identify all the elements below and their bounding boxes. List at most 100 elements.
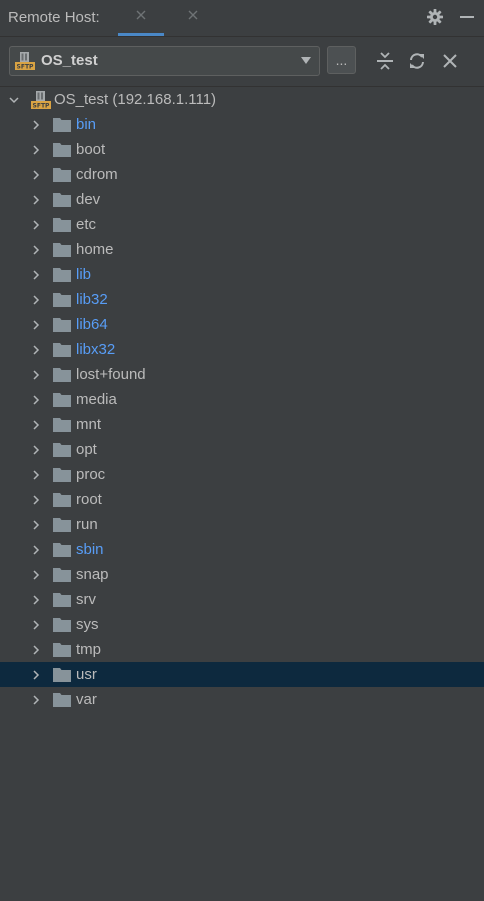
chevron-down-icon[interactable] (9, 95, 19, 105)
chevron-right-icon[interactable] (31, 295, 41, 305)
folder-icon (53, 193, 71, 207)
folder-icon (53, 468, 71, 482)
tree-folder-item[interactable]: home (0, 237, 484, 262)
chevron-right-icon[interactable] (31, 270, 41, 280)
connection-toolbar: SFTP OS_test ... (0, 37, 484, 87)
browse-button[interactable]: ... (327, 46, 356, 74)
tree-folder-label: dev (76, 191, 101, 208)
tree-folder-label: proc (76, 466, 106, 483)
chevron-right-icon[interactable] (31, 120, 41, 130)
chevron-right-icon[interactable] (31, 670, 41, 680)
tree-folder-item[interactable]: var (0, 687, 484, 712)
folder-icon (53, 518, 71, 532)
chevron-right-icon[interactable] (31, 370, 41, 380)
folder-icon (53, 393, 71, 407)
tree-root-label: OS_test (192.168.1.111) (54, 91, 217, 108)
tree-folder-item[interactable]: etc (0, 212, 484, 237)
chevron-right-icon[interactable] (31, 645, 41, 655)
gear-icon[interactable] (426, 8, 444, 26)
folder-icon (53, 293, 71, 307)
tree-folder-item[interactable]: lib32 (0, 287, 484, 312)
tab-1[interactable] (118, 0, 164, 36)
svg-text:SFTP: SFTP (33, 103, 51, 110)
tree-folder-label: boot (76, 141, 106, 158)
close-tab-icon[interactable] (187, 9, 199, 21)
tree-folder-label: libx32 (76, 341, 116, 358)
tree-folder-item[interactable]: media (0, 387, 484, 412)
folder-icon (53, 318, 71, 332)
tree-folder-label: root (76, 491, 102, 508)
chevron-right-icon[interactable] (31, 620, 41, 630)
chevron-right-icon[interactable] (31, 170, 41, 180)
tree-folder-item[interactable]: run (0, 512, 484, 537)
tree-folder-label: run (76, 516, 98, 533)
refresh-icon[interactable] (408, 52, 426, 70)
chevron-right-icon[interactable] (31, 220, 41, 230)
tree-folder-item[interactable]: mnt (0, 412, 484, 437)
tree-folder-item[interactable]: proc (0, 462, 484, 487)
tree-folder-item[interactable]: root (0, 487, 484, 512)
close-icon[interactable] (441, 52, 459, 70)
tree-folder-label: tmp (76, 641, 102, 658)
tree-folder-label: lost+found (76, 366, 146, 383)
minimize-icon[interactable] (458, 8, 476, 26)
tree-folder-item[interactable]: usr (0, 662, 484, 687)
chevron-right-icon[interactable] (31, 495, 41, 505)
tree-folder-item[interactable]: lib64 (0, 312, 484, 337)
sftp-icon: SFTP (31, 91, 51, 110)
tree-folder-item[interactable]: sbin (0, 537, 484, 562)
folder-icon (53, 243, 71, 257)
chevron-right-icon[interactable] (31, 595, 41, 605)
tree-folder-item[interactable]: cdrom (0, 162, 484, 187)
chevron-right-icon[interactable] (31, 420, 41, 430)
chevron-right-icon[interactable] (31, 395, 41, 405)
tree-folder-label: lib (76, 266, 92, 283)
chevron-right-icon[interactable] (31, 520, 41, 530)
folder-icon (53, 368, 71, 382)
tab-2[interactable] (170, 0, 216, 36)
connection-value: OS_test (41, 52, 98, 69)
tree-folder-label: sbin (76, 541, 104, 558)
remote-host-panel: Remote Host: SFTP OS_test ... SFTP OS_te… (0, 0, 484, 901)
folder-icon (53, 268, 71, 282)
panel-header: Remote Host: (0, 0, 484, 37)
panel-title: Remote Host: (8, 9, 100, 26)
tree-folder-item[interactable]: sys (0, 612, 484, 637)
tree-folder-item[interactable]: libx32 (0, 337, 484, 362)
chevron-right-icon[interactable] (31, 245, 41, 255)
tree-folder-item[interactable]: dev (0, 187, 484, 212)
folder-icon (53, 593, 71, 607)
tree-folder-label: usr (76, 666, 97, 683)
tree-folder-label: bin (76, 116, 97, 133)
chevron-right-icon[interactable] (31, 195, 41, 205)
connection-select[interactable]: SFTP OS_test (9, 46, 320, 76)
folder-icon (53, 168, 71, 182)
chevron-down-icon (301, 57, 311, 64)
chevron-right-icon[interactable] (31, 320, 41, 330)
close-tab-icon[interactable] (135, 9, 147, 21)
chevron-right-icon[interactable] (31, 545, 41, 555)
tree-folder-label: srv (76, 591, 96, 608)
chevron-right-icon[interactable] (31, 570, 41, 580)
tree-folder-item[interactable]: tmp (0, 637, 484, 662)
folder-icon (53, 493, 71, 507)
chevron-right-icon[interactable] (31, 345, 41, 355)
tree-folder-label: var (76, 691, 97, 708)
tree-folder-item[interactable]: srv (0, 587, 484, 612)
collapse-all-icon[interactable] (376, 52, 394, 70)
tree-folder-label: media (76, 391, 117, 408)
tree-folder-item[interactable]: boot (0, 137, 484, 162)
tree-folder-label: mnt (76, 416, 102, 433)
tree-folder-item[interactable]: lost+found (0, 362, 484, 387)
tree-folder-item[interactable]: lib (0, 262, 484, 287)
chevron-right-icon[interactable] (31, 445, 41, 455)
folder-icon (53, 143, 71, 157)
tree-root[interactable]: SFTP OS_test (192.168.1.111) (0, 87, 484, 112)
tree-folder-item[interactable]: opt (0, 437, 484, 462)
chevron-right-icon[interactable] (31, 470, 41, 480)
tree-folder-item[interactable]: bin (0, 112, 484, 137)
tree-folder-label: home (76, 241, 114, 258)
tree-folder-item[interactable]: snap (0, 562, 484, 587)
chevron-right-icon[interactable] (31, 145, 41, 155)
chevron-right-icon[interactable] (31, 695, 41, 705)
